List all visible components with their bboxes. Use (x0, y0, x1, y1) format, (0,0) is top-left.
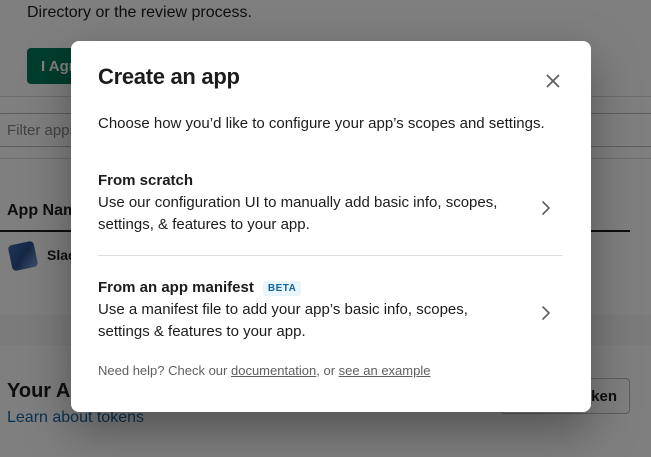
help-middle: , or (316, 363, 339, 378)
documentation-link[interactable]: documentation (231, 363, 316, 378)
chevron-right-icon (542, 306, 550, 320)
option-title: From scratch (98, 172, 194, 189)
create-app-dialog: Create an app Choose how you’d like to c… (71, 41, 591, 412)
beta-badge: BETA (262, 280, 302, 296)
chevron-right-icon (542, 201, 550, 215)
option-description: Use a manifest file to add your app’s ba… (98, 301, 468, 340)
option-title: From an app manifest (98, 279, 254, 296)
help-text: Need help? Check our documentation, or s… (98, 363, 430, 378)
from-manifest-option[interactable]: From an app manifest BETA Use a manifest… (98, 278, 563, 358)
help-prefix: Need help? Check our (98, 363, 231, 378)
close-icon (546, 74, 560, 88)
close-button[interactable] (538, 66, 568, 96)
dialog-title: Create an app (98, 64, 240, 89)
from-scratch-option[interactable]: From scratch Use our configuration UI to… (98, 171, 563, 256)
dialog-intro: Choose how you’d like to configure your … (98, 115, 545, 132)
see-example-link[interactable]: see an example (339, 363, 431, 378)
option-description: Use our configuration UI to manually add… (98, 194, 498, 233)
